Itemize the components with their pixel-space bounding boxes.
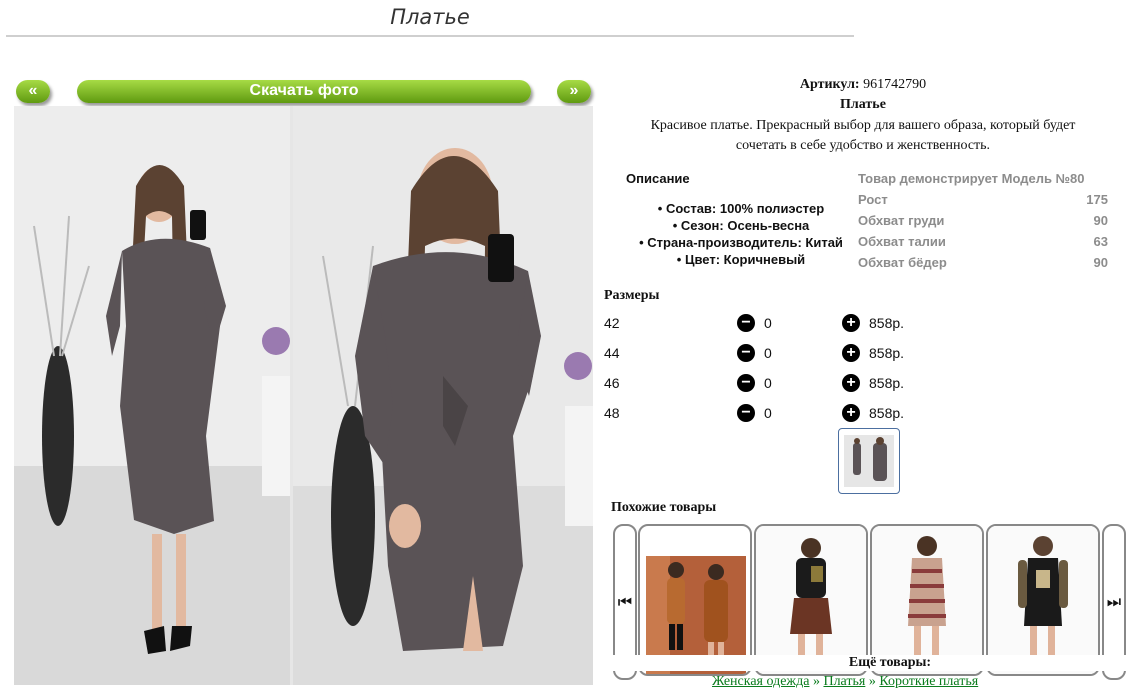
similar-product-card[interactable] [870, 524, 984, 676]
skip-back-icon: ⏮ [617, 592, 633, 611]
minus-circle-icon[interactable]: − [737, 404, 755, 422]
plus-circle-icon[interactable]: + [842, 404, 860, 422]
model-row-hips: Обхват бёдер 90 [858, 252, 1108, 273]
size-row-42: 42 − 0 + 858р. [604, 313, 934, 333]
breadcrumb-womens-clothing[interactable]: Женская одежда [712, 674, 809, 689]
minus-circle-icon[interactable]: − [737, 344, 755, 362]
breadcrumb-separator: » [868, 674, 876, 689]
page-title: Платье [6, 5, 854, 37]
plus-circle-icon[interactable]: + [842, 344, 860, 362]
article-label: Артикул: [799, 77, 860, 92]
product-photo-full-length [14, 106, 290, 685]
more-products-heading: Ещё товары: [600, 655, 1131, 671]
article-value: 961742790 [863, 77, 927, 92]
size-label: 42 [604, 315, 620, 331]
model-label: Рост [858, 192, 888, 207]
size-label: 46 [604, 375, 620, 391]
size-price: 858р. [869, 315, 905, 331]
size-price: 858р. [869, 345, 905, 361]
gallery-next-button[interactable]: » [557, 80, 591, 103]
model-measurements: Товар демонстрирует Модель №80 Рост 175 О… [858, 168, 1108, 273]
model-row-height: Рост 175 [858, 189, 1108, 210]
minus-circle-icon[interactable]: − [737, 374, 755, 392]
breadcrumb: Женская одежда » Платья » Короткие плать… [712, 674, 978, 690]
model-heading: Товар демонстрирует Модель №80 [858, 171, 1085, 186]
feature-country: Страна-производитель: Китай [624, 234, 858, 251]
model-label: Обхват талии [858, 234, 946, 249]
size-label: 44 [604, 345, 620, 361]
size-quantity: 0 [764, 345, 772, 361]
model-label: Обхват груди [858, 213, 945, 228]
size-label: 48 [604, 405, 620, 421]
minus-circle-icon[interactable]: − [737, 314, 755, 332]
model-value: 90 [1093, 213, 1108, 228]
product-photo-closeup [293, 106, 593, 685]
article-line: Артикул: 961742790 [600, 77, 1126, 93]
skip-forward-icon: ⏭ [1106, 592, 1122, 611]
product-description-line-1: Красивое платье. Прекрасный выбор для ва… [650, 118, 1076, 133]
size-quantity: 0 [764, 315, 772, 331]
feature-season: Сезон: Осень-весна [624, 217, 858, 234]
model-row-chest: Обхват груди 90 [858, 210, 1108, 231]
feature-color: Цвет: Коричневый [624, 251, 858, 268]
size-row-48: 48 − 0 + 858р. [604, 403, 934, 423]
size-row-46: 46 − 0 + 858р. [604, 373, 934, 393]
similar-product-card[interactable] [638, 524, 752, 676]
similar-product-card[interactable] [986, 524, 1100, 676]
plus-circle-icon[interactable]: + [842, 374, 860, 392]
model-label: Обхват бёдер [858, 255, 947, 270]
similar-heading: Похожие товары [611, 500, 717, 515]
plus-circle-icon[interactable]: + [842, 314, 860, 332]
product-name: Платье [840, 97, 886, 112]
breadcrumb-short-dresses[interactable]: Короткие платья [879, 674, 978, 689]
breadcrumb-separator: » [812, 674, 820, 689]
product-photo-gallery [14, 106, 593, 685]
description-list: Состав: 100% полиэстер Сезон: Осень-весн… [624, 200, 858, 268]
size-quantity: 0 [764, 375, 772, 391]
photo-thumbnail[interactable] [838, 428, 900, 494]
description-heading: Описание [626, 171, 690, 186]
sizes-heading: Размеры [604, 288, 660, 303]
breadcrumb-dresses[interactable]: Платья [823, 674, 865, 689]
product-description-line-2: сочетать в себе удобство и женственность… [735, 138, 991, 153]
model-row-waist: Обхват талии 63 [858, 231, 1108, 252]
size-price: 858р. [869, 375, 905, 391]
model-value: 63 [1093, 234, 1108, 249]
similar-product-card[interactable] [754, 524, 868, 676]
size-price: 858р. [869, 405, 905, 421]
size-row-44: 44 − 0 + 858р. [604, 343, 934, 363]
model-value: 90 [1093, 255, 1108, 270]
size-quantity: 0 [764, 405, 772, 421]
gallery-prev-button[interactable]: « [16, 80, 50, 103]
model-value: 175 [1086, 192, 1108, 207]
download-photo-button[interactable]: Скачать фото [77, 80, 531, 103]
feature-composition: Состав: 100% полиэстер [624, 200, 858, 217]
